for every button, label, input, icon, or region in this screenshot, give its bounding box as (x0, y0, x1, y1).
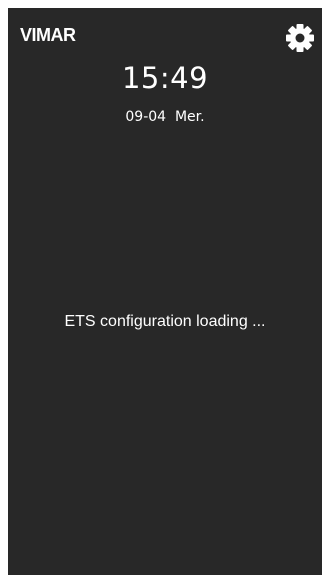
device-screen: VIMAR 15:49 09-04 Mer. ETS configuration… (8, 8, 322, 575)
clock-date: 09-04 Mer. (125, 109, 205, 125)
status-message: ETS configuration loading ... (64, 313, 266, 330)
settings-button[interactable] (284, 22, 316, 54)
clock-time: 15:49 (121, 61, 209, 95)
brand-logo: VIMAR (20, 25, 76, 45)
gear-icon (284, 22, 316, 54)
